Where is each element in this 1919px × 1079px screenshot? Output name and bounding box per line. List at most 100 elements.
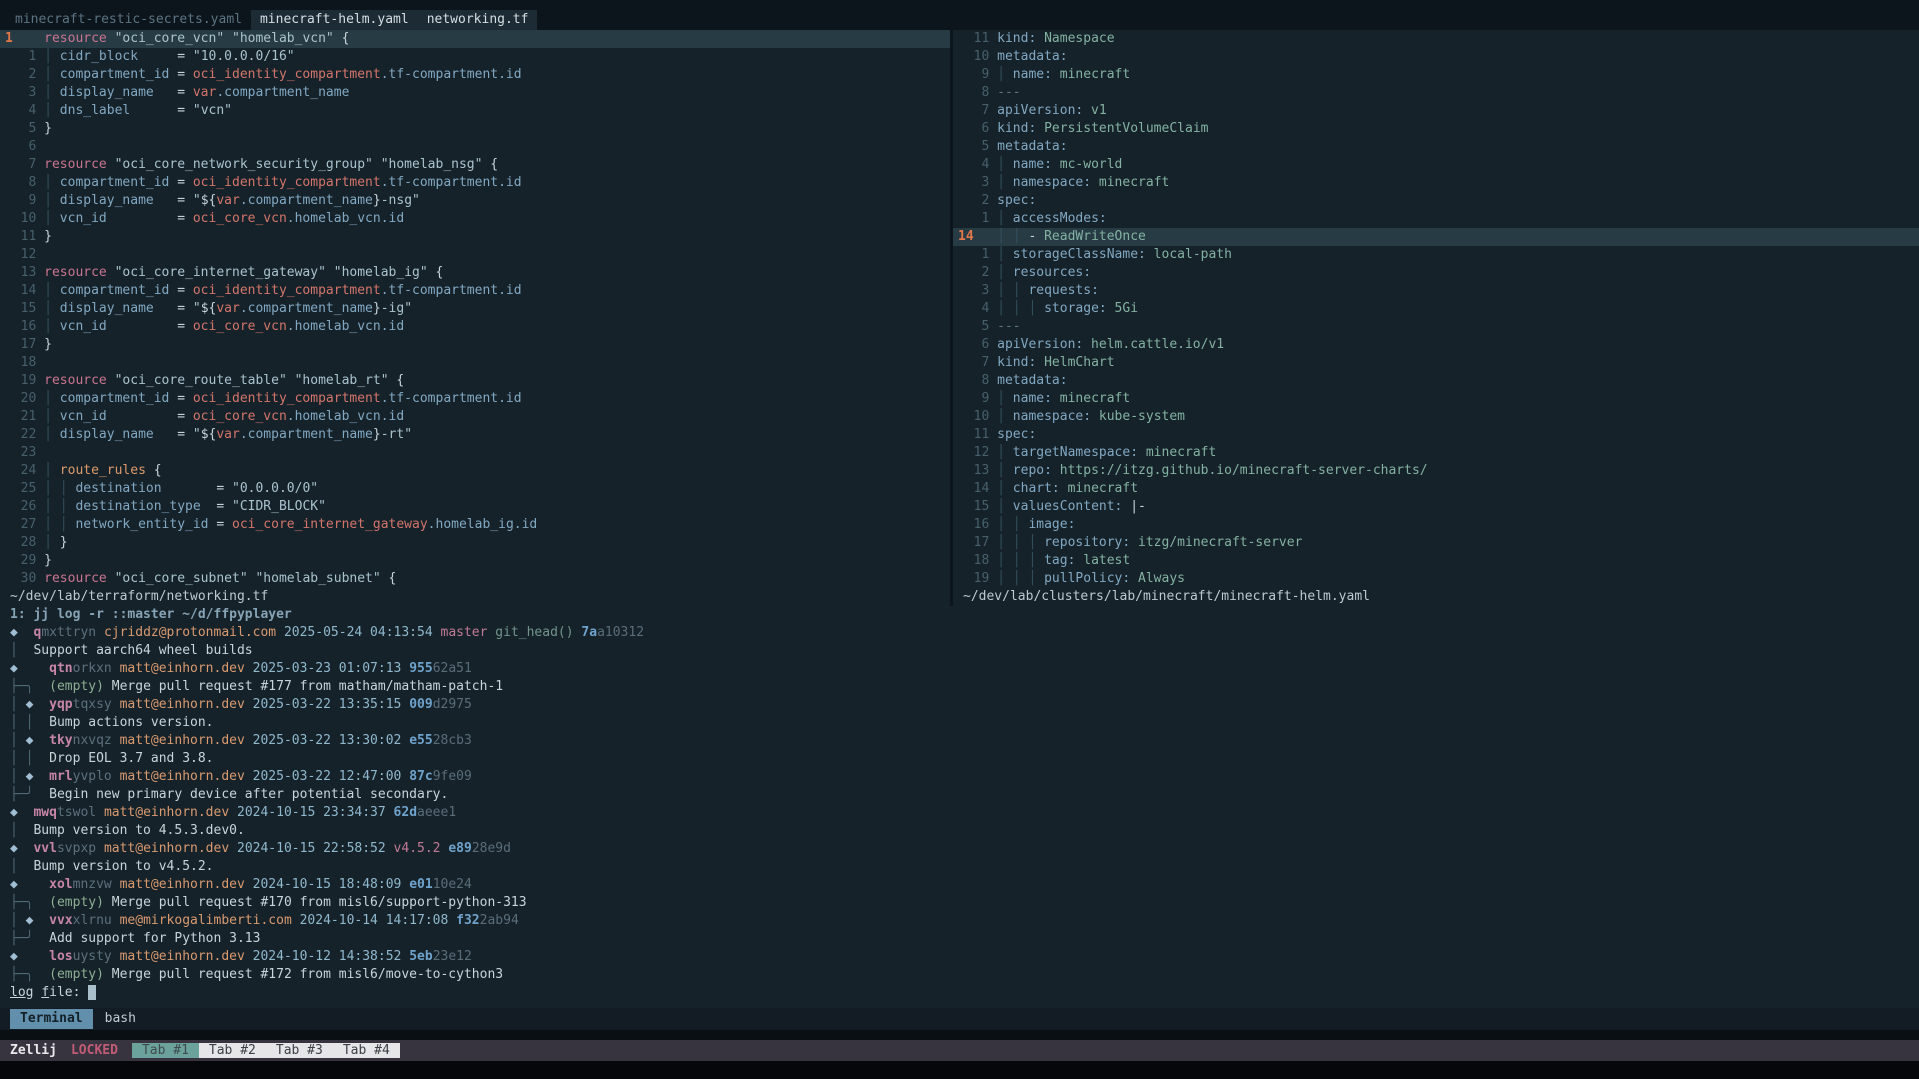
code-line[interactable]: 2 spec:	[953, 192, 1919, 210]
code-line[interactable]: 4 │ │ │ storage: 5Gi	[953, 300, 1919, 318]
code-line[interactable]: 15 │ display_name = "${var.compartment_n…	[0, 300, 950, 318]
token-date: 2025-03-22 13:30:02	[253, 733, 402, 748]
token-email: matt@einhorn.dev	[104, 841, 229, 856]
token-pln	[96, 805, 104, 820]
code-line[interactable]: 14 │ chart: minecraft	[953, 480, 1919, 498]
code-line[interactable]: 8 metadata:	[953, 372, 1919, 390]
token-key: namespace:	[1013, 175, 1091, 190]
code-line[interactable]: 16 │ │ image:	[953, 516, 1919, 534]
code-line[interactable]: 24 │ route_rules {	[0, 462, 950, 480]
token-g: │ │	[10, 751, 33, 766]
terminal-tab-chip[interactable]: Terminal	[10, 1009, 93, 1029]
line-number: 12	[5, 247, 44, 262]
zellij-tab-4[interactable]: Tab #4	[333, 1043, 400, 1058]
zellij-tab-1[interactable]: Tab #1	[132, 1043, 199, 1058]
code-line-cursor[interactable]: 1 resource "oci_core_vcn" "homelab_vcn" …	[0, 30, 950, 48]
code-line[interactable]: 6 apiVersion: helm.cattle.io/v1	[953, 336, 1919, 354]
code-line[interactable]: 8 │ compartment_id = oci_identity_compar…	[0, 174, 950, 192]
terminal-line: │ ◆ yqptqxsy matt@einhorn.dev 2025-03-22…	[10, 696, 1919, 714]
code-line[interactable]: 14 │ compartment_id = oci_identity_compa…	[0, 282, 950, 300]
code-line[interactable]: 29 }	[0, 552, 950, 570]
token-pun: {	[334, 31, 350, 46]
code-line[interactable]: 12	[0, 246, 950, 264]
code-line[interactable]: 9 │ display_name = "${var.compartment_na…	[0, 192, 950, 210]
code-line[interactable]: 28 │ }	[0, 534, 950, 552]
token-desc: ile:	[49, 985, 80, 1000]
token-gd: │	[44, 535, 52, 550]
code-line[interactable]: 19 │ │ │ pullPolicy: Always	[953, 570, 1919, 588]
buffer-tab-1[interactable]: minecraft-restic-secrets.yaml	[6, 10, 251, 30]
token-pun: }	[44, 229, 52, 244]
code-line[interactable]: 11 kind: Namespace	[953, 30, 1919, 48]
token-str: -ig"	[381, 301, 412, 316]
code-line[interactable]: 4 │ name: mc-world	[953, 156, 1919, 174]
code-line[interactable]: 18	[0, 354, 950, 372]
code-line[interactable]: 27 │ │ network_entity_id = oci_core_inte…	[0, 516, 950, 534]
code-line[interactable]: 9 │ name: minecraft	[953, 390, 1919, 408]
code-line[interactable]: 3 │ namespace: minecraft	[953, 174, 1919, 192]
code-line[interactable]: 1 │ storageClassName: local-path	[953, 246, 1919, 264]
editor-pane-minecraft-helm-yaml[interactable]: 11 kind: Namespace 10 metadata: 9 │ name…	[953, 30, 1919, 606]
code-line[interactable]: 11 }	[0, 228, 950, 246]
code-line[interactable]: 10 │ namespace: kube-system	[953, 408, 1919, 426]
token-pun	[107, 157, 115, 172]
code-line[interactable]: 3 │ │ requests:	[953, 282, 1919, 300]
code-line[interactable]: 18 │ │ │ tag: latest	[953, 552, 1919, 570]
code-line[interactable]: 13 │ repo: https://itzg.github.io/minecr…	[953, 462, 1919, 480]
token-pln	[33, 769, 49, 784]
code-line[interactable]: 17 }	[0, 336, 950, 354]
code-line[interactable]: 30 resource "oci_core_subnet" "homelab_s…	[0, 570, 950, 588]
code-line-cursor[interactable]: 14 │ │ - ReadWriteOnce	[953, 228, 1919, 246]
code-line[interactable]: 12 │ targetNamespace: minecraft	[953, 444, 1919, 462]
code-line[interactable]: 1 │ cidr_block = "10.0.0.0/16"	[0, 48, 950, 66]
code-line[interactable]: 11 spec:	[953, 426, 1919, 444]
editor-split: 1 resource "oci_core_vcn" "homelab_vcn" …	[0, 30, 1919, 606]
zellij-tab-3[interactable]: Tab #3	[266, 1043, 333, 1058]
code-line[interactable]: 16 │ vcn_id = oci_core_vcn.homelab_vcn.i…	[0, 318, 950, 336]
token-node: ◆	[10, 805, 18, 820]
token-attr: dns_label	[60, 103, 130, 118]
token-pln	[52, 481, 60, 496]
line-number: 9	[958, 67, 997, 82]
code-line[interactable]: 5 metadata:	[953, 138, 1919, 156]
code-line[interactable]: 6 kind: PersistentVolumeClaim	[953, 120, 1919, 138]
code-line[interactable]: 15 │ valuesContent: |-	[953, 498, 1919, 516]
code-line[interactable]: 2 │ resources:	[953, 264, 1919, 282]
code-line[interactable]: 20 │ compartment_id = oci_identity_compa…	[0, 390, 950, 408]
token-gd: │	[997, 211, 1005, 226]
code-line[interactable]: 25 │ │ destination = "0.0.0.0/0"	[0, 480, 950, 498]
terminal-pane[interactable]: 1: jj log -r ::master ~/d/ffpyplayer ◆ q…	[0, 606, 1919, 1008]
code-line[interactable]: 5 ---	[953, 318, 1919, 336]
code-line[interactable]: 23	[0, 444, 950, 462]
code-line[interactable]: 6	[0, 138, 950, 156]
token-sha2: d2975	[433, 697, 472, 712]
code-line[interactable]: 19 resource "oci_core_route_table" "home…	[0, 372, 950, 390]
buffer-tab-3[interactable]: networking.tf	[418, 10, 538, 30]
code-line[interactable]: 7 resource "oci_core_network_security_gr…	[0, 156, 950, 174]
code-line[interactable]: 26 │ │ destination_type = "CIDR_BLOCK"	[0, 498, 950, 516]
code-line[interactable]: 2 │ compartment_id = oci_identity_compar…	[0, 66, 950, 84]
code-line[interactable]: 5 }	[0, 120, 950, 138]
token-pln	[433, 625, 441, 640]
code-line[interactable]: 8 ---	[953, 84, 1919, 102]
editor-pane-networking-tf[interactable]: 1 resource "oci_core_vcn" "homelab_vcn" …	[0, 30, 950, 606]
code-line[interactable]: 1 │ accessModes:	[953, 210, 1919, 228]
token-pun	[107, 373, 115, 388]
token-date: 2025-05-24 04:13:54	[284, 625, 433, 640]
code-line[interactable]: 10 │ vcn_id = oci_core_vcn.homelab_vcn.i…	[0, 210, 950, 228]
code-line[interactable]: 3 │ display_name = var.compartment_name	[0, 84, 950, 102]
code-line[interactable]: 9 │ name: minecraft	[953, 66, 1919, 84]
code-line[interactable]: 17 │ │ │ repository: itzg/minecraft-serv…	[953, 534, 1919, 552]
code-line[interactable]: 22 │ display_name = "${var.compartment_n…	[0, 426, 950, 444]
token-key: apiVersion:	[997, 103, 1083, 118]
code-line[interactable]: 7 kind: HelmChart	[953, 354, 1919, 372]
zellij-tab-2[interactable]: Tab #2	[199, 1043, 266, 1058]
code-line[interactable]: 13 resource "oci_core_internet_gateway" …	[0, 264, 950, 282]
code-line[interactable]: 21 │ vcn_id = oci_core_vcn.homelab_vcn.i…	[0, 408, 950, 426]
code-line[interactable]: 10 metadata:	[953, 48, 1919, 66]
code-line[interactable]: 7 apiVersion: v1	[953, 102, 1919, 120]
token-pln	[292, 913, 300, 928]
line-number: 3	[5, 85, 44, 100]
code-line[interactable]: 4 │ dns_label = "vcn"	[0, 102, 950, 120]
buffer-tab-2[interactable]: minecraft-helm.yaml	[251, 10, 418, 30]
